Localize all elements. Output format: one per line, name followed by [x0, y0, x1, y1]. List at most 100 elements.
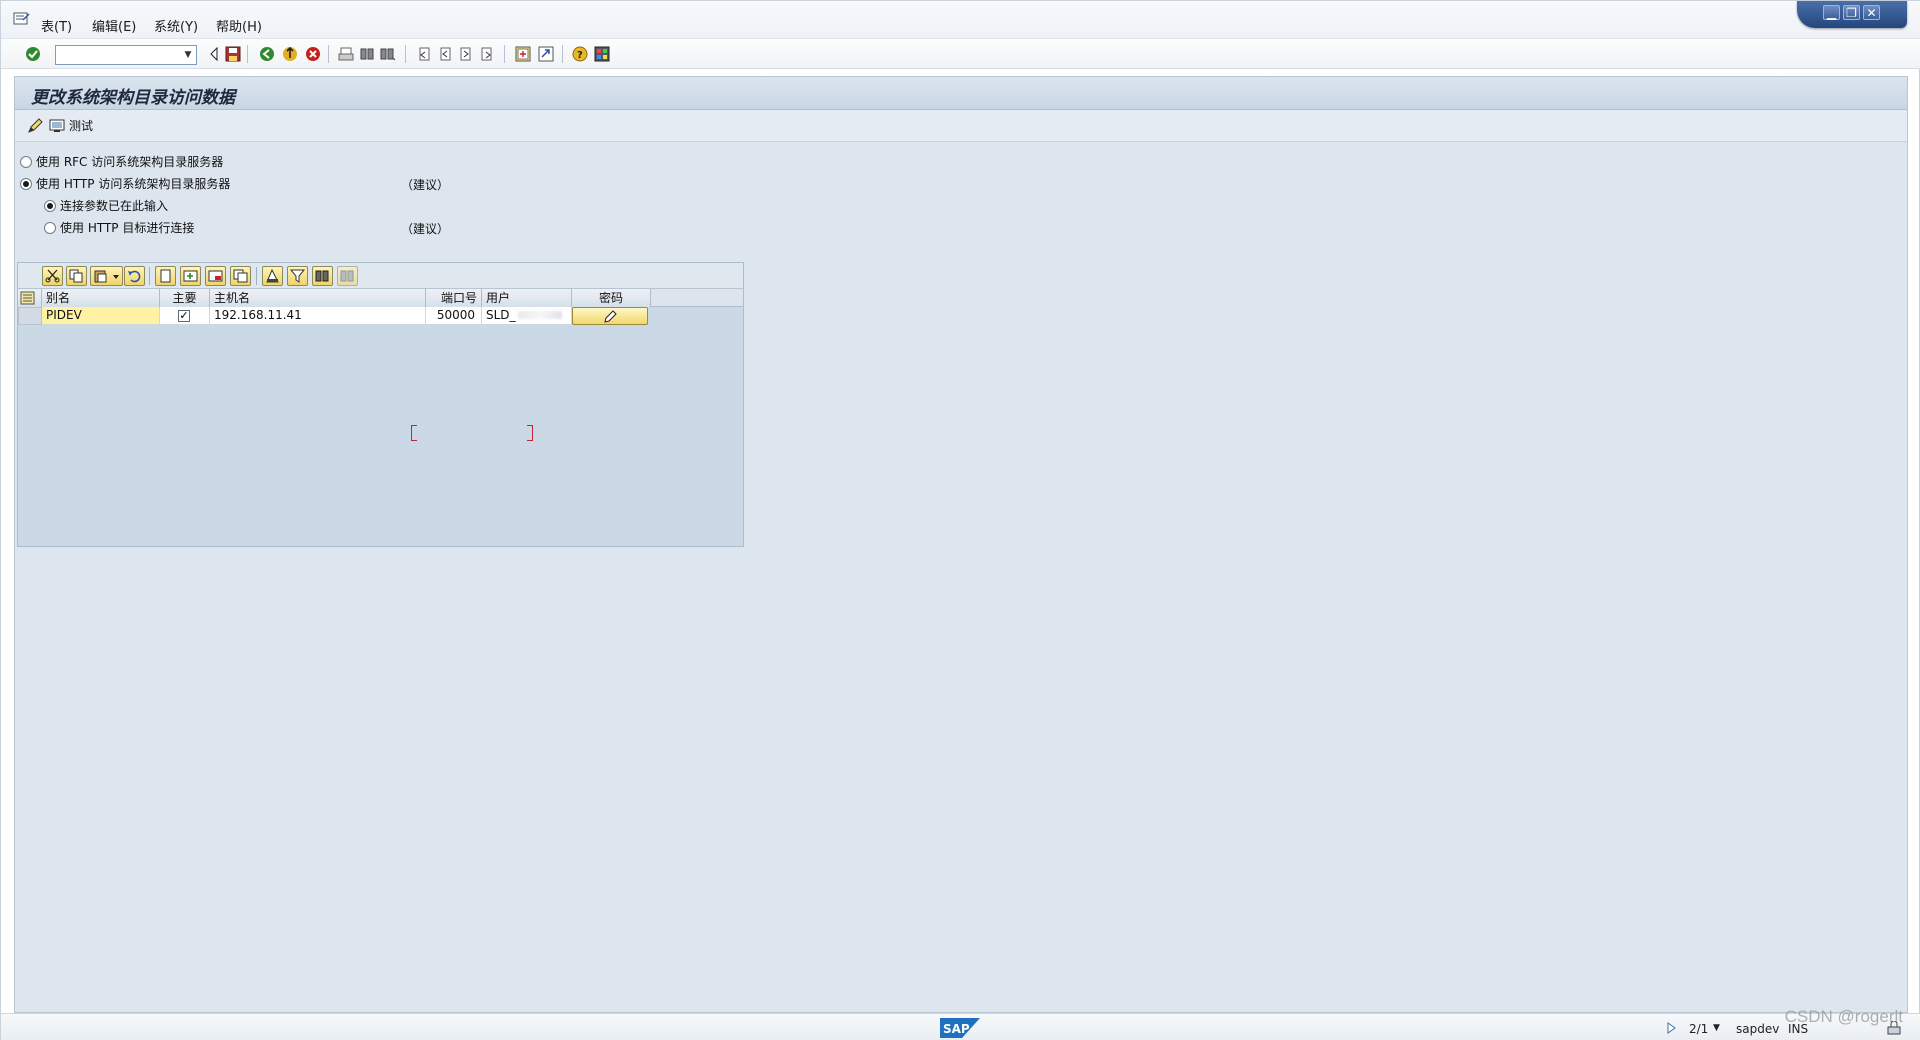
- find-icon[interactable]: [312, 266, 333, 286]
- system-name: sapdev: [1736, 1022, 1780, 1036]
- table-settings-icon[interactable]: [18, 289, 42, 307]
- http-label: 使用 HTTP 访问系统架构目录服务器: [36, 177, 231, 191]
- system-toolbar: ▼ ?: [1, 39, 1920, 69]
- row-selector[interactable]: [18, 307, 42, 325]
- change-pencil-icon[interactable]: [27, 118, 43, 134]
- save-icon[interactable]: [225, 46, 241, 62]
- option-direct-params[interactable]: 连接参数已在此输入: [44, 198, 304, 214]
- status-bar: SAP 2/1 ▼ sapdev INS: [1, 1013, 1920, 1040]
- minimize-icon[interactable]: ▁: [1823, 5, 1840, 20]
- column-header-primary[interactable]: 主要: [160, 289, 210, 307]
- option-http[interactable]: 使用 HTTP 访问系统架构目录服务器: [20, 176, 320, 192]
- http-destination-radio[interactable]: [44, 222, 56, 234]
- primary-cell[interactable]: ✓: [160, 307, 210, 325]
- focus-marker-bottom-left: [411, 435, 417, 441]
- table-header: 别名 主要 主机名 端口号 用户 密码: [18, 289, 743, 307]
- focus-marker-top-left: [411, 425, 417, 435]
- filter-icon[interactable]: [287, 266, 308, 286]
- column-header-host[interactable]: 主机名: [210, 289, 426, 307]
- sap-window: 表(T) 编辑(E) 系统(Y) 帮助(H) ▁ ❐ ✕ ▼ ? 更改系统架构目…: [0, 0, 1920, 1040]
- chevron-down-icon[interactable]: ▼: [182, 48, 194, 62]
- test-button[interactable]: 测试: [49, 116, 93, 136]
- create-session-icon[interactable]: [515, 46, 531, 62]
- menu-table[interactable]: 表(T): [41, 16, 72, 35]
- menu-edit[interactable]: 编辑(E): [92, 16, 136, 35]
- undo-icon[interactable]: [124, 266, 145, 286]
- http-destination-hint: （建议）: [401, 222, 450, 236]
- focus-marker-top-right: [527, 425, 533, 435]
- cut-icon[interactable]: [42, 266, 63, 286]
- find-next-icon[interactable]: [337, 266, 358, 286]
- copy-icon[interactable]: [66, 266, 87, 286]
- port-cell[interactable]: 50000: [426, 307, 482, 325]
- user-value: SLD_: [486, 308, 516, 322]
- http-hint: （建议）: [401, 178, 450, 192]
- new-row-icon[interactable]: [155, 266, 176, 286]
- delete-row-icon[interactable]: [205, 266, 226, 286]
- cancel-icon[interactable]: [305, 46, 321, 62]
- print-icon[interactable]: [338, 46, 354, 62]
- status-expand-icon[interactable]: [1667, 1022, 1677, 1034]
- restore-icon[interactable]: ❐: [1843, 5, 1860, 20]
- back-icon[interactable]: [259, 46, 275, 62]
- http-radio[interactable]: [20, 178, 32, 190]
- menu-icon[interactable]: [13, 12, 30, 26]
- alias-cell[interactable]: PIDEV: [42, 307, 160, 325]
- copy-row-icon[interactable]: [230, 266, 251, 286]
- http-destination-label: 使用 HTTP 目标进行连接: [60, 221, 195, 235]
- previous-page-icon[interactable]: [437, 46, 453, 62]
- window-controls: ▁ ❐ ✕: [1797, 1, 1907, 28]
- print-icon[interactable]: [262, 266, 283, 286]
- first-page-icon[interactable]: [416, 46, 432, 62]
- title-bar: 更改系统架构目录访问数据: [15, 77, 1907, 110]
- password-cell: [572, 307, 651, 325]
- direct-params-radio[interactable]: [44, 200, 56, 212]
- menu-system[interactable]: 系统(Y): [154, 16, 198, 35]
- collapse-left-icon[interactable]: [206, 46, 222, 62]
- user-cell[interactable]: SLD_: [482, 307, 572, 325]
- focus-marker-bottom-right: [527, 435, 533, 441]
- column-header-user[interactable]: 用户: [482, 289, 572, 307]
- toolbar-separator: [405, 45, 406, 63]
- find-next-icon[interactable]: [380, 46, 396, 62]
- column-header-password[interactable]: 密码: [572, 289, 651, 307]
- test-icon: [49, 119, 65, 132]
- find-icon[interactable]: [359, 46, 375, 62]
- enter-check-icon[interactable]: [25, 46, 41, 62]
- close-icon[interactable]: ✕: [1863, 5, 1880, 20]
- watermark: CSDN @rogerlt: [1784, 1007, 1903, 1026]
- table-toolbar: [18, 263, 743, 289]
- direct-params-label: 连接参数已在此输入: [60, 199, 169, 213]
- sld-access-table: 别名 主要 主机名 端口号 用户 密码 PIDEV ✓ 192.168.11.4…: [17, 262, 744, 547]
- help-icon[interactable]: ?: [572, 46, 588, 62]
- exit-icon[interactable]: [282, 46, 298, 62]
- primary-checkbox[interactable]: ✓: [178, 310, 190, 322]
- chevron-down-icon[interactable]: ▼: [1713, 1023, 1720, 1033]
- password-button[interactable]: [572, 307, 648, 325]
- paste-icon[interactable]: [90, 266, 123, 286]
- toolbar-separator: [504, 45, 505, 63]
- column-header-alias[interactable]: 别名: [42, 289, 160, 307]
- next-page-icon[interactable]: [458, 46, 474, 62]
- rfc-label: 使用 RFC 访问系统架构目录服务器: [36, 155, 224, 169]
- svg-text:?: ?: [577, 50, 583, 61]
- application-toolbar: 测试: [15, 110, 1907, 142]
- host-cell[interactable]: 192.168.11.41: [210, 307, 426, 325]
- command-field[interactable]: ▼: [55, 45, 197, 65]
- shortcut-icon[interactable]: [538, 46, 554, 62]
- option-rfc[interactable]: 使用 RFC 访问系统架构目录服务器: [20, 154, 320, 170]
- sap-logo: SAP: [940, 1018, 980, 1038]
- session-number: 2/1: [1689, 1022, 1709, 1036]
- menu-bar: 表(T) 编辑(E) 系统(Y) 帮助(H) ▁ ❐ ✕: [1, 1, 1920, 39]
- menu-help[interactable]: 帮助(H): [216, 16, 262, 35]
- insert-row-icon[interactable]: [180, 266, 201, 286]
- column-header-port[interactable]: 端口号: [426, 289, 482, 307]
- test-button-label: 测试: [69, 119, 94, 133]
- option-http-destination[interactable]: 使用 HTTP 目标进行连接: [44, 220, 304, 236]
- layout-menu-icon[interactable]: [594, 46, 610, 62]
- rfc-radio[interactable]: [20, 156, 32, 168]
- table-row: PIDEV ✓ 192.168.11.41 50000 SLD_: [18, 307, 743, 325]
- blurred-user-mask: [517, 311, 562, 319]
- page-title: 更改系统架构目录访问数据: [31, 88, 235, 108]
- last-page-icon[interactable]: [479, 46, 495, 62]
